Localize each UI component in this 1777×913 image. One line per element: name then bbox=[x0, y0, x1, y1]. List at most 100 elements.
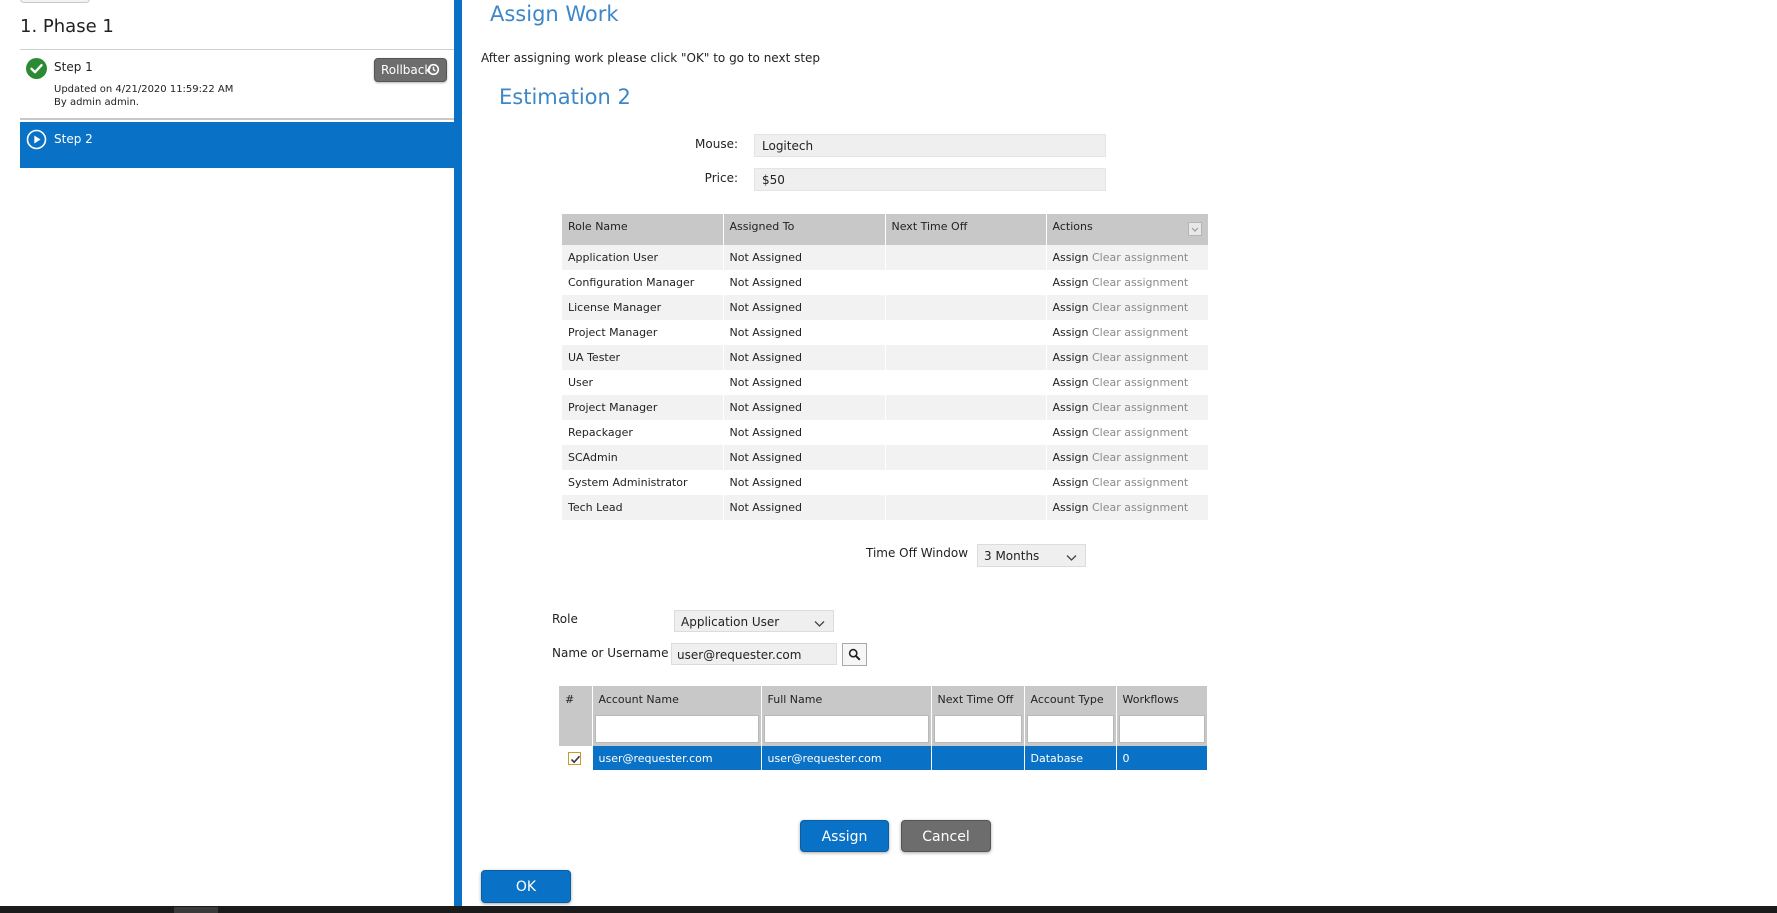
step-updated-text: Updated on 4/21/2020 11:59:22 AM bbox=[54, 84, 234, 95]
clear-assignment-link[interactable]: Clear assignment bbox=[1092, 426, 1188, 439]
chevron-down-icon bbox=[1066, 551, 1077, 565]
search-button[interactable] bbox=[842, 643, 867, 666]
actions-cell: Assign Clear assignment bbox=[1046, 395, 1208, 420]
column-header-assigned-to[interactable]: Assigned To bbox=[723, 214, 886, 245]
column-header-full-name[interactable]: Full Name bbox=[761, 686, 932, 712]
role-name-cell: Tech Lead bbox=[562, 495, 724, 520]
clear-assignment-link[interactable]: Clear assignment bbox=[1092, 301, 1188, 314]
table-row: User Not Assigned Assign Clear assignment bbox=[562, 370, 1208, 395]
role-select-value: Application User bbox=[681, 615, 780, 629]
actions-cell: Assign Clear assignment bbox=[1046, 270, 1208, 295]
assigned-to-cell: Not Assigned bbox=[723, 420, 886, 445]
assigned-to-cell: Not Assigned bbox=[723, 445, 886, 470]
table-header-row: Role Name Assigned To Next Time Off Acti… bbox=[562, 214, 1208, 245]
actions-cell: Assign Clear assignment bbox=[1046, 320, 1208, 345]
cancel-button[interactable]: Cancel bbox=[901, 820, 991, 852]
clear-assignment-link[interactable]: Clear assignment bbox=[1092, 451, 1188, 464]
column-header-actions: Actions bbox=[1046, 214, 1208, 245]
clear-assignment-link[interactable]: Clear assignment bbox=[1092, 276, 1188, 289]
next-time-off-cell bbox=[885, 370, 1047, 395]
assigned-to-cell: Not Assigned bbox=[723, 345, 886, 370]
role-name-cell: Repackager bbox=[562, 420, 724, 445]
time-off-window-label: Time Off Window bbox=[866, 546, 969, 560]
clear-assignment-link[interactable]: Clear assignment bbox=[1092, 376, 1188, 389]
row-checkbox[interactable] bbox=[568, 751, 581, 765]
page-title: Assign Work bbox=[490, 2, 619, 26]
clear-assignment-link[interactable]: Clear assignment bbox=[1092, 326, 1188, 339]
account-type-filter-input[interactable] bbox=[1026, 715, 1114, 743]
column-header-workflows[interactable]: Workflows bbox=[1116, 686, 1207, 712]
clear-assignment-link[interactable]: Clear assignment bbox=[1092, 401, 1188, 414]
row-select-cell bbox=[559, 746, 593, 770]
chevron-down-icon bbox=[814, 617, 825, 631]
next-time-off-filter-input[interactable] bbox=[933, 715, 1022, 743]
filter-cell bbox=[1024, 712, 1117, 746]
checkmark-icon bbox=[570, 755, 581, 763]
column-header-next-time-off[interactable]: Next Time Off bbox=[885, 214, 1047, 245]
time-off-window-select[interactable]: 3 Months bbox=[977, 544, 1086, 567]
assign-link[interactable]: Assign bbox=[1053, 451, 1089, 464]
assign-link[interactable]: Assign bbox=[1053, 376, 1089, 389]
assigned-to-cell: Not Assigned bbox=[723, 495, 886, 520]
clear-assignment-link[interactable]: Clear assignment bbox=[1092, 251, 1188, 264]
assign-link[interactable]: Assign bbox=[1053, 501, 1089, 514]
price-label: Price: bbox=[704, 171, 738, 185]
role-label: Role bbox=[552, 612, 578, 626]
full-name-filter-input[interactable] bbox=[763, 715, 929, 743]
column-header-account-type[interactable]: Account Type bbox=[1024, 686, 1117, 712]
clear-assignment-link[interactable]: Clear assignment bbox=[1092, 476, 1188, 489]
assign-link[interactable]: Assign bbox=[1053, 351, 1089, 364]
workflows-filter-input[interactable] bbox=[1118, 715, 1205, 743]
actions-cell: Assign Clear assignment bbox=[1046, 445, 1208, 470]
assign-link[interactable]: Assign bbox=[1053, 276, 1089, 289]
assigned-to-cell: Not Assigned bbox=[723, 395, 886, 420]
step-item-1[interactable]: Step 1 Updated on 4/21/2020 11:59:22 AM … bbox=[20, 50, 454, 120]
assign-link[interactable]: Assign bbox=[1053, 251, 1089, 264]
next-time-off-cell bbox=[885, 470, 1047, 495]
next-time-off-cell bbox=[885, 270, 1047, 295]
column-header-index: # bbox=[559, 686, 593, 712]
clear-assignment-link[interactable]: Clear assignment bbox=[1092, 351, 1188, 364]
account-name-filter-input[interactable] bbox=[594, 715, 759, 743]
account-name-cell: user@requester.com bbox=[592, 746, 762, 770]
actions-cell: Assign Clear assignment bbox=[1046, 370, 1208, 395]
step-item-2[interactable]: Step 2 bbox=[20, 122, 454, 168]
assigned-to-cell: Not Assigned bbox=[723, 270, 886, 295]
taskbar-item[interactable] bbox=[174, 907, 218, 913]
ok-button[interactable]: OK bbox=[481, 870, 571, 903]
rollback-button[interactable]: Rollback bbox=[374, 58, 447, 82]
next-time-off-cell bbox=[885, 245, 1047, 270]
panel-divider bbox=[454, 0, 462, 913]
rollback-label: Rollback bbox=[381, 63, 432, 77]
collapsed-tab[interactable] bbox=[20, 0, 90, 3]
column-header-next-time-off[interactable]: Next Time Off bbox=[931, 686, 1025, 712]
role-select[interactable]: Application User bbox=[674, 610, 834, 632]
table-row[interactable]: user@requester.com user@requester.com Da… bbox=[559, 746, 1207, 770]
role-name-cell: SCAdmin bbox=[562, 445, 724, 470]
filter-cell bbox=[931, 712, 1025, 746]
table-row: SCAdmin Not Assigned Assign Clear assignme… bbox=[562, 445, 1208, 470]
chevron-down-icon bbox=[1191, 227, 1199, 232]
assign-button[interactable]: Assign bbox=[800, 820, 889, 852]
role-name-cell: Project Manager bbox=[562, 320, 724, 345]
check-circle-icon bbox=[26, 58, 47, 79]
user-results-table: # Account Name Full Name Next Time Off A… bbox=[559, 686, 1207, 770]
column-menu-button[interactable] bbox=[1188, 222, 1202, 236]
clear-assignment-link[interactable]: Clear assignment bbox=[1092, 501, 1188, 514]
full-name-cell: user@requester.com bbox=[761, 746, 932, 770]
table-row: UA Tester Not Assigned Assign Clear assign… bbox=[562, 345, 1208, 370]
step-label: Step 1 bbox=[54, 60, 93, 74]
price-field: $50 bbox=[754, 168, 1106, 191]
actions-cell: Assign Clear assignment bbox=[1046, 420, 1208, 445]
name-or-username-input[interactable]: user@requester.com bbox=[671, 643, 837, 665]
assign-link[interactable]: Assign bbox=[1053, 476, 1089, 489]
column-header-role-name[interactable]: Role Name bbox=[562, 214, 724, 245]
assign-link[interactable]: Assign bbox=[1053, 401, 1089, 414]
filter-cell bbox=[1116, 712, 1207, 746]
assign-link[interactable]: Assign bbox=[1053, 326, 1089, 339]
actions-cell: Assign Clear assignment bbox=[1046, 295, 1208, 320]
filter-cell bbox=[761, 712, 932, 746]
assign-link[interactable]: Assign bbox=[1053, 426, 1089, 439]
column-header-account-name[interactable]: Account Name bbox=[592, 686, 762, 712]
assign-link[interactable]: Assign bbox=[1053, 301, 1089, 314]
